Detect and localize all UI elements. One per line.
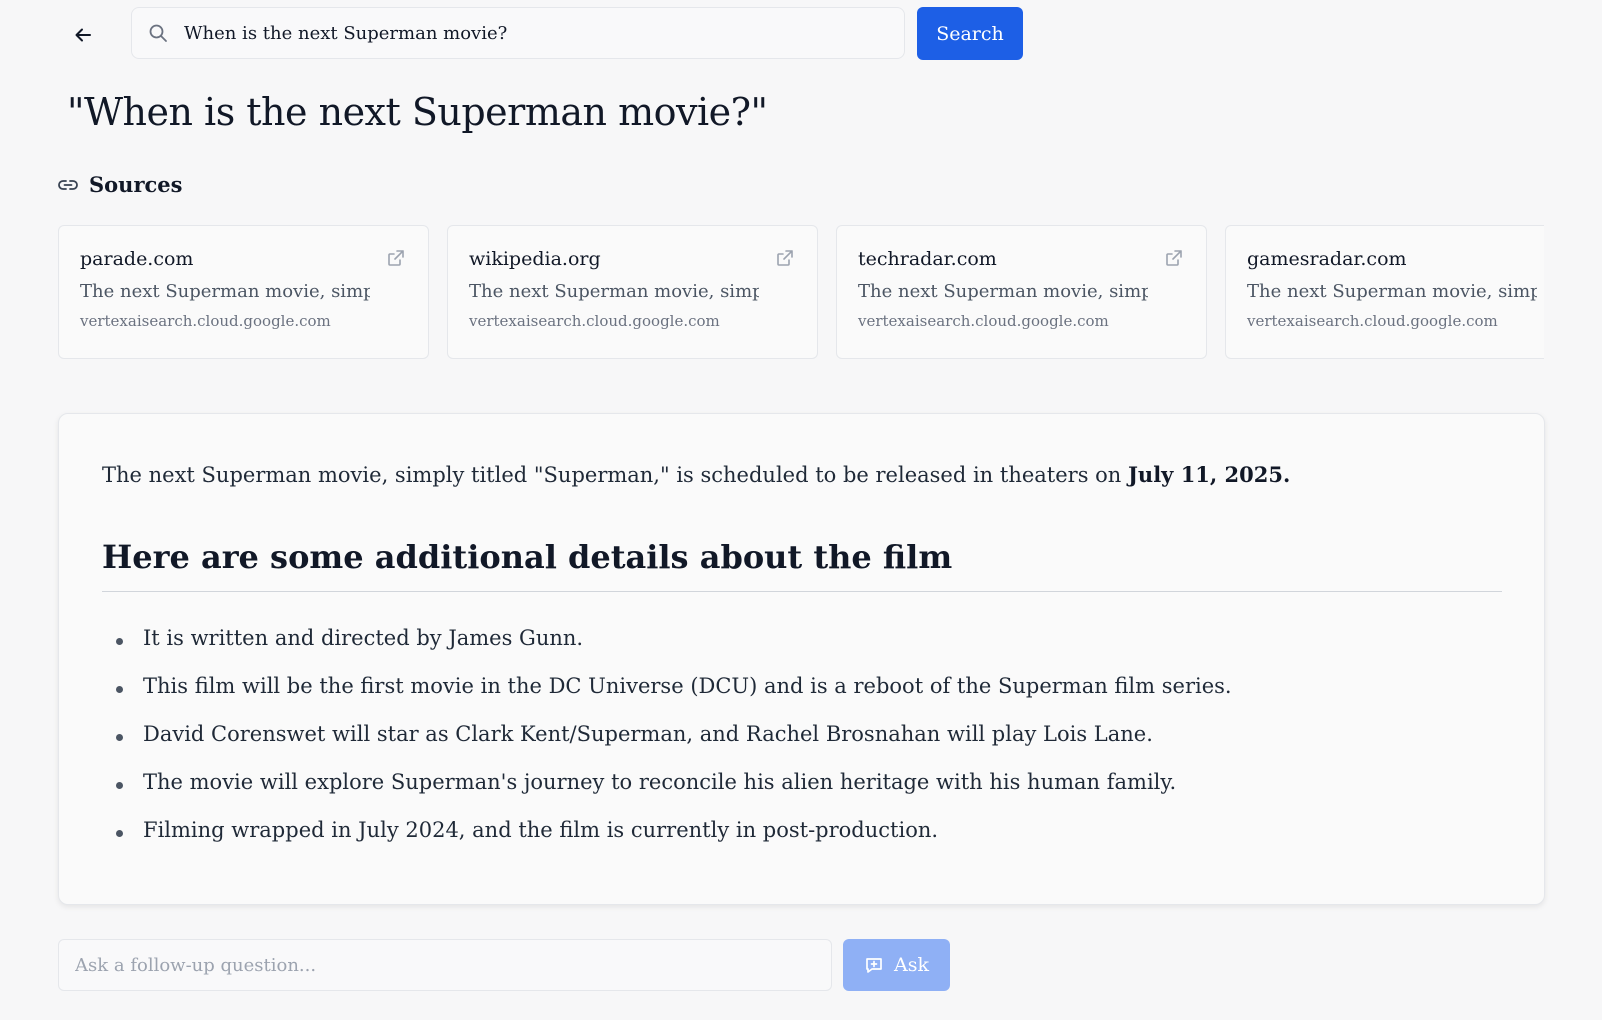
source-url: vertexaisearch.cloud.google.com <box>1247 312 1498 330</box>
detail-text: David Corenswet will star as Clark Kent/… <box>143 722 1153 746</box>
source-snippet: The next Superman movie, simply titled <box>80 281 370 302</box>
sources-heading: Sources <box>89 172 183 197</box>
source-card[interactable]: wikipedia.org The next Superman movie, s… <box>447 225 818 359</box>
search-box <box>131 7 905 59</box>
top-bar: Search <box>0 0 1602 70</box>
answer-intro: The next Superman movie, simply titled "… <box>102 462 1290 487</box>
source-snippet: The next Superman movie, simply titled <box>469 281 759 302</box>
source-domain: wikipedia.org <box>469 248 601 270</box>
sources-list: parade.com The next Superman movie, simp… <box>58 225 1544 361</box>
ask-button[interactable]: Ask <box>843 939 950 991</box>
detail-text: This film will be the first movie in the… <box>143 674 1232 698</box>
answer-intro-text: The next Superman movie, simply titled "… <box>102 463 1128 487</box>
external-link-icon[interactable] <box>386 248 406 268</box>
list-item: David Corenswet will star as Clark Kent/… <box>102 722 1232 770</box>
back-button[interactable] <box>66 18 100 52</box>
detail-text: The movie will explore Superman's journe… <box>143 770 1177 794</box>
search-input[interactable] <box>184 22 884 44</box>
list-item: It is written and directed by James Gunn… <box>102 626 1232 674</box>
bullet-icon <box>116 734 123 741</box>
ask-label: Ask <box>894 954 929 976</box>
detail-text: Filming wrapped in July 2024, and the fi… <box>143 818 939 842</box>
list-item: The movie will explore Superman's journe… <box>102 770 1232 818</box>
source-snippet: The next Superman movie, simply titled <box>858 281 1148 302</box>
source-domain: techradar.com <box>858 248 997 270</box>
source-card[interactable]: techradar.com The next Superman movie, s… <box>836 225 1207 359</box>
source-card[interactable]: parade.com The next Superman movie, simp… <box>58 225 429 359</box>
divider <box>102 591 1502 592</box>
bullet-icon <box>116 686 123 693</box>
search-icon <box>148 22 170 44</box>
answer-card: The next Superman movie, simply titled "… <box>58 413 1545 905</box>
list-item: This film will be the first movie in the… <box>102 674 1232 722</box>
release-date: July 11, 2025. <box>1128 462 1291 487</box>
arrow-left-icon <box>75 28 91 42</box>
bullet-icon <box>116 782 123 789</box>
link-icon <box>57 173 81 197</box>
source-url: vertexaisearch.cloud.google.com <box>469 312 720 330</box>
source-snippet: The next Superman movie, simply titled <box>1247 281 1537 302</box>
chat-plus-icon <box>864 955 884 975</box>
followup-input[interactable] <box>58 939 832 991</box>
external-link-icon[interactable] <box>1164 248 1184 268</box>
source-url: vertexaisearch.cloud.google.com <box>80 312 331 330</box>
source-url: vertexaisearch.cloud.google.com <box>858 312 1109 330</box>
page-title: "When is the next Superman movie?" <box>67 90 768 134</box>
source-card[interactable]: gamesradar.com The next Superman movie, … <box>1225 225 1544 359</box>
source-domain: parade.com <box>80 248 194 270</box>
external-link-icon[interactable] <box>775 248 795 268</box>
answer-heading: Here are some additional details about t… <box>102 538 953 576</box>
detail-text: It is written and directed by James Gunn… <box>143 626 584 650</box>
details-list: It is written and directed by James Gunn… <box>102 626 1232 866</box>
bullet-icon <box>116 638 123 645</box>
sources-header: Sources <box>57 172 182 197</box>
search-button[interactable]: Search <box>917 7 1023 60</box>
bullet-icon <box>116 830 123 837</box>
list-item: Filming wrapped in July 2024, and the fi… <box>102 818 1232 866</box>
source-domain: gamesradar.com <box>1247 248 1407 270</box>
